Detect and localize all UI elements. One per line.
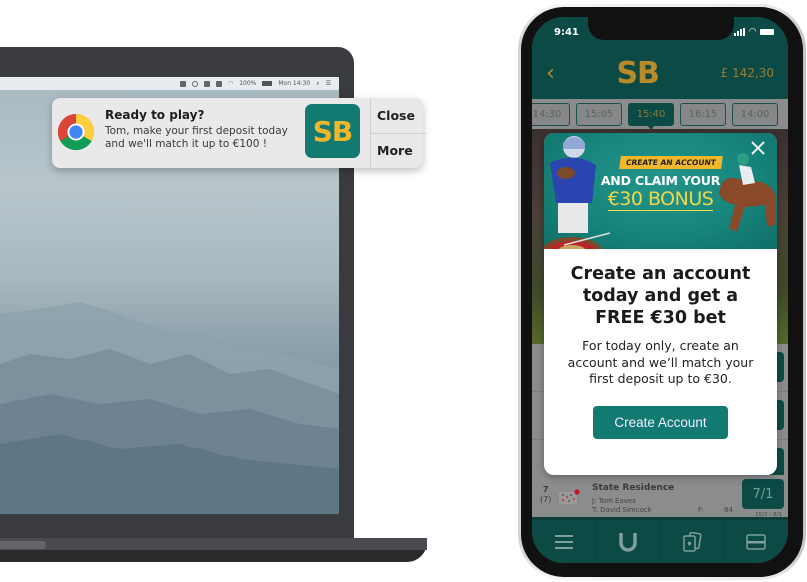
cards-icon — [683, 531, 702, 552]
notification-center-icon[interactable] — [179, 80, 186, 87]
banner-headline: AND CLAIM YOUR — [600, 173, 721, 188]
wifi-icon: ◠ — [749, 27, 756, 37]
notification-actions: Close More — [370, 98, 426, 168]
airplay-icon[interactable] — [215, 80, 222, 87]
create-account-button[interactable]: Create Account — [593, 405, 728, 439]
promo-description: For today only, create an account and we… — [567, 338, 754, 386]
race-tab[interactable]: 14:30 — [532, 102, 570, 126]
mac-menubar: ◠ 100% Mon 14:30 ⌕ ☰ — [0, 77, 339, 90]
roulette-wheel-icon — [544, 232, 611, 249]
tab-racing[interactable] — [596, 520, 661, 563]
promo-heading: Create an account today and get a FREE €… — [570, 264, 751, 328]
time-machine-icon[interactable] — [191, 80, 198, 87]
runner-number-value: 7 — [542, 485, 549, 494]
mountain-wallpaper — [0, 302, 339, 514]
promo-modal: CREATE AN ACCOUNT AND CLAIM YOUR €30 BON… — [544, 133, 777, 475]
banner-bonus-text: €30 BONUS — [607, 188, 714, 211]
runner-form: F: — [698, 506, 704, 514]
runner-trainer: T: David Simcock — [592, 506, 652, 514]
app-header: ‹ SB £ 142,30 — [532, 47, 788, 99]
laptop-base-edge — [0, 538, 427, 550]
notification-body: Tom, make your first deposit today and w… — [105, 125, 288, 150]
account-balance: £ 142,30 — [720, 66, 774, 80]
menu-icon — [554, 534, 573, 549]
menubar-clock[interactable]: Mon 14:30 — [278, 80, 310, 87]
runner-draw: (7) — [540, 495, 552, 504]
dropbox-icon[interactable] — [203, 80, 210, 87]
close-button[interactable]: Close — [371, 98, 426, 133]
card-icon — [746, 533, 767, 550]
phone-screen: 9:41 ◠ ‹ SB £ 142,30 14:30 15:05 15:40 1… — [532, 17, 788, 563]
status-time: 9:41 — [554, 26, 579, 38]
brand-logo: SB — [305, 104, 360, 158]
horseshoe-icon — [619, 532, 637, 552]
promo-body: Create an account today and get a FREE €… — [544, 249, 777, 439]
runner-name: State Residence — [592, 483, 675, 493]
race-time-tabs: 14:30 15:05 15:40 16:15 14:00 — [532, 99, 788, 130]
race-tab[interactable]: 16:15 — [680, 102, 726, 126]
tab-casino[interactable] — [661, 520, 725, 563]
race-tab[interactable]: 14:00 — [732, 102, 778, 126]
desktop-notification[interactable]: Ready to play? Tom, make your first depo… — [52, 98, 426, 168]
spotlight-icon[interactable]: ⌕ — [316, 80, 319, 88]
odds-button[interactable]: 7/1 — [742, 479, 784, 509]
list-icon[interactable]: ☰ — [326, 80, 331, 87]
tab-payments[interactable] — [725, 520, 788, 563]
battery-percent: 100% — [239, 80, 257, 87]
runner-jockey: J: Tom Eaves — [592, 497, 636, 505]
tab-menu[interactable] — [532, 520, 597, 563]
phone-notch — [588, 17, 734, 40]
runner-rating: 84 — [724, 506, 733, 514]
app-logo: SB — [616, 55, 659, 91]
runner-number: 7 (7) — [540, 485, 551, 505]
cellular-signal-icon — [734, 28, 746, 36]
bottom-tab-bar — [532, 517, 788, 563]
race-tab-active[interactable]: 15:40 — [628, 102, 674, 130]
chevron-left-icon[interactable]: ‹ — [546, 61, 555, 86]
notification-title: Ready to play? — [105, 108, 205, 122]
promo-banner: CREATE AN ACCOUNT AND CLAIM YOUR €30 BON… — [544, 133, 777, 249]
battery-icon[interactable] — [262, 81, 273, 86]
battery-icon — [760, 29, 774, 35]
laptop-opening-notch — [0, 541, 46, 549]
chrome-icon — [57, 113, 95, 151]
more-button[interactable]: More — [371, 132, 426, 169]
banner-bonus: €30 BONUS — [544, 188, 777, 211]
close-icon[interactable] — [749, 139, 767, 157]
race-tab[interactable]: 15:05 — [576, 102, 622, 126]
wifi-icon[interactable]: ◠ — [228, 80, 233, 87]
banner-pill: CREATE AN ACCOUNT — [619, 156, 723, 169]
jockey-silks-icon — [559, 489, 580, 504]
